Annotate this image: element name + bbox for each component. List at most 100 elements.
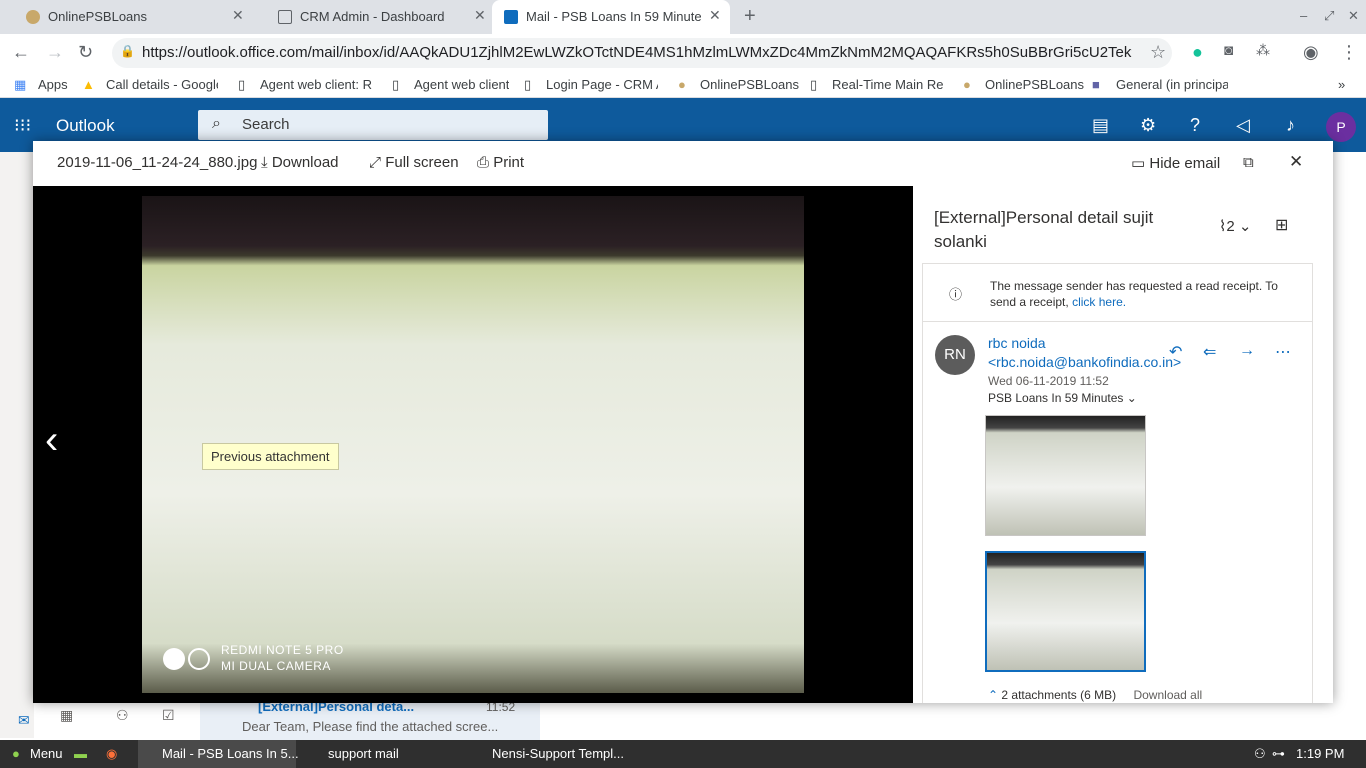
page-icon: ▯ (392, 77, 400, 92)
mail-icon[interactable]: ✉ (18, 712, 30, 729)
chevron-down-icon: ⌄ (1126, 391, 1137, 405)
bell-icon[interactable]: ♪ (1286, 115, 1295, 136)
avatar[interactable]: P (1326, 112, 1356, 142)
close-icon[interactable]: ✕ (232, 7, 244, 24)
mint-menu-icon: ● (12, 746, 20, 761)
network-icon[interactable]: ⊶ (1272, 740, 1285, 768)
tab-crm-admin[interactable]: CRM Admin - Dashboard ✕ (252, 0, 492, 34)
close-icon[interactable]: ✕ (709, 7, 721, 24)
megaphone-icon[interactable]: ◁ (1236, 115, 1250, 136)
search-placeholder: Search (242, 116, 290, 133)
outlook-favicon-icon (504, 10, 518, 24)
back-icon[interactable]: ← (12, 42, 30, 63)
close-icon[interactable]: ✕ (474, 7, 486, 24)
bookmark-agent-web-client-re[interactable]: Agent web client: Re (260, 77, 372, 92)
expand-icon: ⤢ (369, 154, 382, 171)
reload-icon[interactable]: ↻ (78, 42, 93, 63)
gear-icon[interactable]: ⚙ (1140, 115, 1156, 136)
receipt-link[interactable]: click here. (1072, 295, 1126, 309)
todo-icon[interactable]: ☑ (162, 707, 175, 724)
tab-label: CRM Admin - Dashboard (300, 9, 445, 24)
page-icon: ▯ (238, 77, 246, 92)
previous-attachment-icon[interactable]: ‹ (45, 418, 58, 463)
download-icon: ⤓ (261, 154, 268, 171)
url-field[interactable]: 🔒 https://outlook.office.com/mail/inbox/… (112, 38, 1172, 68)
download-button[interactable]: ⤓ Download (261, 154, 339, 171)
print-label: Print (493, 154, 525, 171)
recipient-name: PSB Loans In 59 Minutes (988, 391, 1124, 405)
taskbar-item-nensi[interactable]: Nensi-Support Templ... (468, 740, 628, 768)
bookmarks-bar: ▦ Apps ▲ Call details - Google ▯ Agent w… (0, 72, 1366, 98)
attachment-thumbnail-1[interactable] (985, 415, 1146, 536)
files-icon[interactable]: ▬ (74, 740, 87, 768)
tab-mail[interactable]: Mail - PSB Loans In 59 Minutes ✕ (492, 0, 730, 34)
new-tab-icon[interactable]: + (744, 5, 756, 28)
bookmark-login-page[interactable]: Login Page - CRM Ad (546, 77, 658, 92)
more-actions-icon[interactable]: ⋯ (1275, 342, 1291, 362)
camera-line-1: REDMI NOTE 5 PRO (221, 643, 344, 657)
account-icon[interactable]: ◉ (1303, 42, 1319, 63)
bookmark-onlinepsbloans-2[interactable]: OnlinePSBLoans (985, 77, 1084, 92)
email-panel: [External]Personal detail sujit solanki … (913, 186, 1333, 703)
sender-name[interactable]: rbc noida <rbc.noida@bankofindia.co.in> (988, 334, 1181, 372)
attachment-filename: 2019-11-06_11-24-24_880.jpg (57, 154, 258, 171)
search-input[interactable]: ⌕ Search (198, 110, 548, 140)
bookmark-general[interactable]: General (in principal (1116, 77, 1228, 92)
page-icon: ▯ (810, 77, 818, 92)
list-item-preview: Dear Team, Please find the attached scre… (242, 719, 499, 734)
people-icon[interactable]: ⚇ (116, 707, 129, 724)
bookmark-agent-web-client[interactable]: Agent web client (414, 77, 509, 92)
taskbar-item-mail[interactable]: Mail - PSB Loans In 5... (138, 740, 299, 768)
collapse-icon[interactable]: ⌃ (988, 688, 998, 702)
extension-icon[interactable]: ⁂ (1256, 42, 1270, 59)
bookmark-real-time[interactable]: Real-Time Main Rep (832, 77, 944, 92)
minimize-icon[interactable]: – (1300, 8, 1307, 23)
tab-onlinepsbloans[interactable]: OnlinePSBLoans ✕ (0, 0, 250, 34)
more-bookmarks-icon[interactable]: » (1338, 77, 1345, 92)
bookmark-onlinepsbloans[interactable]: OnlinePSBLoans (700, 77, 799, 92)
fullscreen-button[interactable]: ⤢ Full screen (369, 154, 459, 171)
bookmark-apps[interactable]: Apps (38, 77, 68, 92)
camera-icon[interactable]: ◙ (1224, 42, 1233, 59)
page-icon (278, 10, 292, 24)
menu-button[interactable]: Menu (30, 740, 63, 768)
printer-icon: ⎙ (477, 154, 490, 171)
calendar-check-icon[interactable]: ▤ (1092, 115, 1109, 136)
menu-dots-icon[interactable]: ⋮ (1340, 42, 1358, 63)
reply-icon[interactable]: ↶ (1169, 342, 1182, 362)
url-text: https://outlook.office.com/mail/inbox/id… (142, 44, 1132, 61)
star-icon[interactable]: ☆ (1150, 42, 1166, 63)
attachment-thumbnail-2[interactable] (985, 551, 1146, 672)
download-all-link[interactable]: Download all (1133, 688, 1202, 702)
receipt-text: The message sender has requested a read … (990, 279, 1278, 309)
left-nav-rail: ✉ (0, 152, 34, 738)
open-in-new-icon[interactable]: ⊞ (1275, 215, 1288, 235)
forward-icon[interactable]: → (1239, 342, 1255, 360)
user-icon[interactable]: ⚇ (1254, 740, 1266, 768)
address-bar: ← → ↻ 🔒 https://outlook.office.com/mail/… (0, 34, 1366, 72)
help-icon[interactable]: ? (1190, 115, 1200, 136)
print-button[interactable]: ⎙ Print (477, 154, 524, 171)
hide-email-button[interactable]: ▭ Hide email (1131, 154, 1220, 172)
attachment-count-button[interactable]: ⌇2 ⌄ (1219, 217, 1251, 235)
email-subject: [External]Personal detail sujit solanki (934, 208, 1154, 251)
viewer-toolbar: 2019-11-06_11-24-24_880.jpg ⤓ Download ⤢… (33, 141, 1333, 186)
taskbar-item-support-mail[interactable]: support mail (306, 740, 456, 768)
bookmark-call-details[interactable]: Call details - Google (106, 77, 218, 92)
popout-icon[interactable]: ⧉ (1243, 154, 1254, 171)
avatar: RN (935, 335, 975, 375)
forward-icon[interactable]: → (46, 42, 64, 63)
grammarly-icon[interactable]: ● (1192, 42, 1203, 63)
firefox-icon[interactable]: ◉ (106, 740, 117, 768)
app-launcher-icon[interactable]: ⁝⁝⁝ (14, 115, 31, 136)
close-viewer-icon[interactable]: ✕ (1289, 152, 1303, 172)
image-viewer: ‹ Previous attachment REDMI NOTE 5 PRO M… (33, 186, 913, 703)
app-name: Outlook (56, 116, 115, 135)
browser-tab-bar: OnlinePSBLoans ✕ CRM Admin - Dashboard ✕… (0, 0, 1366, 34)
email-recipient[interactable]: PSB Loans In 59 Minutes ⌄ (988, 391, 1137, 405)
window-close-icon[interactable]: ✕ (1348, 8, 1359, 24)
clock[interactable]: 1:19 PM (1296, 740, 1344, 768)
reply-all-icon[interactable]: ⇐ (1203, 342, 1216, 362)
restore-icon[interactable]: ⤢ (1324, 8, 1334, 24)
calendar-icon[interactable]: ▦ (60, 707, 73, 724)
